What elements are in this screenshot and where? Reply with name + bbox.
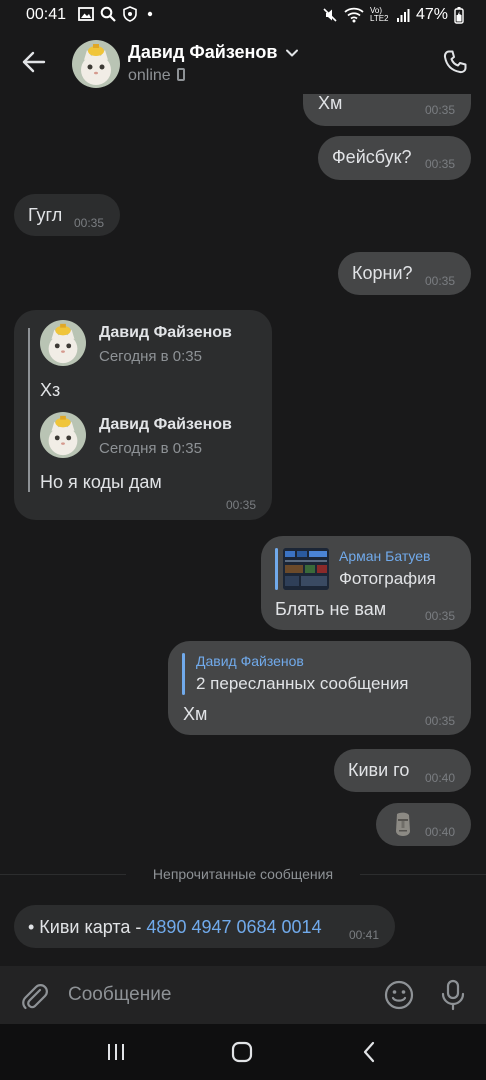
message-input[interactable] [68,978,368,1012]
status-notification-icons [78,6,156,22]
message-bubble-outgoing[interactable]: Корни? 00:35 [338,252,471,295]
message-bubble-outgoing[interactable]: Хм 00:35 [303,94,471,126]
battery-percent: 47% [415,6,448,23]
message-bubble-outgoing[interactable]: 00:40 [376,803,471,846]
reply-indicator-line [275,548,278,590]
recent-apps-icon[interactable] [104,1040,128,1064]
forwarded-author-avatar[interactable] [40,320,86,366]
status-system-icons: Vo) LTE2 47% [322,6,464,24]
wifi-icon [344,7,364,23]
reply-author-name[interactable]: Давид Файзенов [196,653,304,669]
cat-avatar-image [40,320,86,366]
cat-avatar-image [40,412,86,458]
home-icon[interactable] [230,1040,254,1064]
contact-name[interactable]: Давид Файзенов [128,42,277,63]
message-text: Блять не вам [275,599,387,619]
message-bubble-incoming[interactable]: • Киви карта - 4890 4947 0684 0014 00:41 [14,905,395,948]
status-bar: 00:41 Vo) LTE2 47% [0,0,486,30]
reply-photo-thumbnail[interactable] [283,548,329,590]
reply-subtitle: 2 пересланных сообщения [196,674,409,693]
moai-emoji-icon [396,812,410,836]
message-time: 00:35 [425,609,456,623]
chevron-down-icon[interactable] [285,46,299,60]
forward-indicator-line [28,328,30,492]
message-bubble-outgoing[interactable]: Киви го 00:40 [334,749,471,792]
message-time: 00:40 [425,825,456,839]
mobile-device-icon [176,68,185,81]
forwarded-author-avatar[interactable] [40,412,86,458]
message-bubble-forwarded[interactable]: Давид Файзенов Сегодня в 0:35 Хз Давид Ф… [14,310,272,520]
forwarded-author-name[interactable]: Давид Файзенов [99,324,232,342]
card-number-link[interactable]: 4890 4947 0684 0014 [146,917,321,937]
unread-separator: Непрочитанные сообщения [0,865,486,883]
call-phone-icon[interactable] [441,48,469,76]
status-time: 00:41 [26,6,67,23]
search-icon [100,6,116,22]
message-time: 00:35 [425,714,456,728]
forwarded-author-name[interactable]: Давид Файзенов [99,416,232,434]
chat-header: Давид Файзенов online [0,30,486,94]
emoji-smile-icon[interactable] [384,980,414,1010]
message-bubble-reply[interactable]: Арман Батуев Фотография Блять не вам 00:… [261,536,471,630]
message-text: Хм [318,94,343,113]
forwarded-text: Хз [40,380,61,400]
forwarded-date: Сегодня в 0:35 [99,440,202,457]
message-bubble-reply[interactable]: Давид Файзенов 2 пересланных сообщения Х… [168,641,471,735]
system-navigation-bar [0,1024,486,1080]
mute-icon [323,8,337,22]
message-text-prefix: • Киви карта - [28,917,147,937]
message-time: 00:35 [425,157,456,171]
network-label: Vo) LTE2 [369,6,389,23]
cat-avatar-image [72,40,120,88]
forwarded-text: Но я коды дам [40,472,162,492]
message-text: Киви го [348,760,410,780]
message-composer [0,966,486,1024]
forwarded-date: Сегодня в 0:35 [99,348,202,365]
message-text: Хм [183,704,208,724]
back-arrow-icon[interactable] [20,48,48,76]
message-time: 00:35 [425,274,456,288]
photo-thumbnail-icon [283,548,329,590]
gallery-icon [78,7,94,21]
shield-icon [123,6,137,22]
unread-label: Непрочитанные сообщения [152,866,334,882]
message-text: • Киви карта - 4890 4947 0684 0014 [28,917,322,938]
microphone-icon[interactable] [440,979,466,1011]
message-time: 00:35 [226,498,257,512]
message-list[interactable]: Хм 00:35 Фейсбук? 00:35 Гугл 00:35 Корни… [0,94,486,966]
reply-indicator-line [182,653,185,695]
message-time: 00:35 [425,103,456,117]
message-bubble-incoming[interactable]: Гугл 00:35 [14,194,120,236]
battery-charging-icon [454,7,464,24]
message-text: Гугл [28,205,63,225]
dot-icon [147,11,153,17]
contact-status: online [128,67,185,85]
contact-status-text: online [128,67,171,84]
message-time: 00:41 [349,928,380,942]
message-text: Корни? [352,263,413,283]
contact-avatar[interactable] [72,40,120,88]
message-bubble-outgoing[interactable]: Фейсбук? 00:35 [318,136,471,180]
reply-subtitle: Фотография [339,569,436,588]
message-time: 00:40 [425,771,456,785]
reply-author-name[interactable]: Арман Батуев [339,548,430,564]
back-nav-icon[interactable] [358,1040,382,1064]
attach-paperclip-icon[interactable] [20,980,48,1010]
signal-icon [396,9,410,22]
message-time: 00:35 [74,216,105,230]
message-text: Фейсбук? [332,147,412,167]
